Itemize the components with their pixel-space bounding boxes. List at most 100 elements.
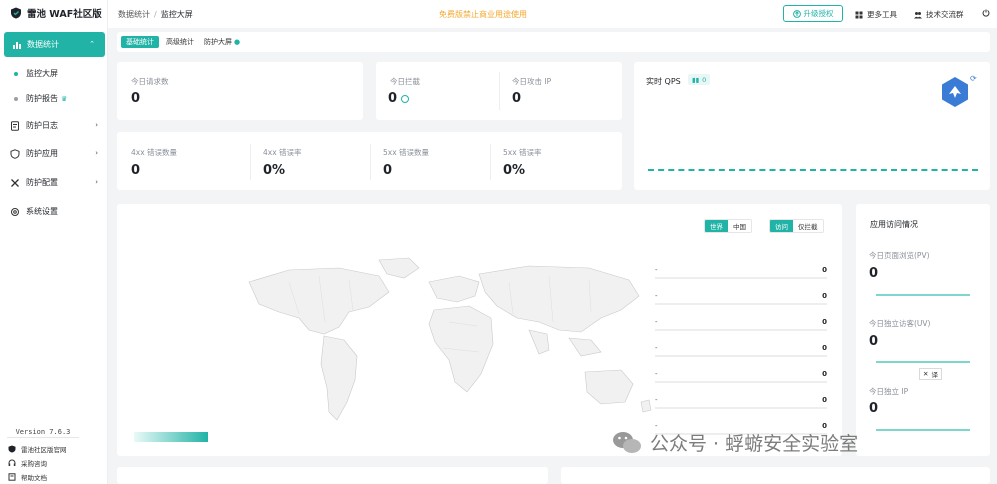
- version-label: Version 7.6.3: [7, 426, 79, 438]
- translate-chip[interactable]: ✕ 译: [919, 368, 942, 380]
- brand-name: 雷池 WAF社区版: [27, 9, 102, 20]
- qps-badge: ▮▮ 0: [688, 74, 711, 85]
- ranking-bar: [655, 407, 827, 409]
- document-icon: [11, 120, 19, 131]
- ip-label: 今日独立 IP: [869, 387, 909, 396]
- community-link[interactable]: 技术交流群: [914, 9, 964, 20]
- footer-link-website[interactable]: 雷池社区版官网: [8, 444, 67, 454]
- sidebar-item-settings[interactable]: 系统设置: [10, 206, 98, 217]
- qps-line: [648, 169, 978, 171]
- today-requests-card: 今日请求数 0: [117, 62, 363, 120]
- top-header: 数据统计 / 监控大屏 免费版禁止商业用途使用 升级授权 更多工具 技术交流群: [108, 0, 997, 28]
- tab-basic-stats[interactable]: 基础统计: [121, 36, 159, 48]
- map-color-legend: [134, 432, 208, 442]
- ranking-name: -: [655, 344, 658, 352]
- arrow-up-circle-icon: [792, 9, 801, 18]
- footer-link-purchase[interactable]: 采购咨询: [8, 458, 47, 468]
- ranking-name: -: [655, 396, 658, 404]
- ranking-row: -0: [655, 292, 827, 306]
- sidebar-item-logs[interactable]: 防护日志 ›: [10, 120, 98, 131]
- sidebar-subitem-report[interactable]: 防护报告 ♛: [14, 93, 67, 104]
- ranking-bar: [655, 329, 827, 331]
- err4xx-rate-value: 0%: [263, 163, 286, 178]
- waf-mascot-icon: [942, 77, 968, 107]
- tab-advanced-stats[interactable]: 高级统计: [161, 36, 199, 48]
- qps-value: 0: [702, 75, 707, 84]
- ranking-name: -: [655, 370, 658, 378]
- sidebar-item-data-stats[interactable]: 数据统计 ⌃: [4, 32, 105, 57]
- metric-toggle: 访问 仅拦截: [769, 219, 824, 233]
- watermark-text: 公众号 · 蜉蝣安全实验室: [650, 433, 859, 455]
- err5xx-count-label: 5xx 错误数量: [383, 148, 430, 157]
- ranking-row: -0: [655, 344, 827, 358]
- ranking-value: 0: [822, 266, 827, 274]
- footer-link-label: 帮助文档: [21, 474, 47, 482]
- ranking-value: 0: [822, 318, 827, 326]
- sidebar-item-label: 防护应用: [26, 149, 58, 158]
- app-access-card: 应用访问情况 今日页面浏览(PV) 0 今日独立访客(UV) 0 今日独立 IP…: [856, 204, 990, 456]
- info-icon: ●: [234, 38, 241, 46]
- chevron-up-icon: ⌃: [89, 40, 95, 48]
- wechat-watermark: 公众号 · 蜉蝣安全实验室: [612, 429, 858, 456]
- chevron-right-icon: ›: [95, 121, 98, 129]
- breadcrumb-current: 监控大屏: [160, 10, 193, 19]
- ranking-row: -0: [655, 370, 827, 384]
- vip-icon: ♛: [61, 94, 68, 103]
- sidebar-item-apps[interactable]: 防护应用 ›: [10, 148, 98, 159]
- sidebar-subitem-label: 防护报告: [26, 94, 58, 103]
- region-toggle: 世界 中国: [704, 219, 752, 233]
- ranking-row: -0: [655, 266, 827, 280]
- close-icon: ✕: [923, 370, 929, 378]
- info-circle-icon[interactable]: [401, 95, 409, 103]
- ranking-value: 0: [822, 344, 827, 352]
- translate-label: 译: [931, 371, 938, 379]
- more-tools-link[interactable]: 更多工具: [855, 9, 897, 20]
- sidebar-item-config[interactable]: 防护配置 ›: [10, 177, 98, 188]
- footer-link-label: 采购咨询: [21, 460, 47, 468]
- tab-label: 防护大屏: [204, 38, 232, 46]
- metric-option-visits[interactable]: 访问: [770, 220, 793, 232]
- bar-chart-icon: ▮▮: [692, 75, 700, 84]
- err4xx-count-label: 4xx 错误数量: [131, 148, 178, 157]
- license-notice: 免费版禁止商业用途使用: [439, 10, 527, 19]
- metric-option-blocks[interactable]: 仅拦截: [793, 220, 823, 232]
- wechat-icon: [613, 431, 641, 453]
- sidebar-subitem-label: 监控大屏: [26, 69, 58, 78]
- brand[interactable]: 雷池 WAF社区版: [10, 6, 102, 20]
- divider: [250, 144, 251, 180]
- uv-value: 0: [869, 334, 879, 349]
- footer-link-label: 雷池社区版官网: [21, 446, 67, 454]
- sidebar-item-label: 系统设置: [26, 207, 58, 216]
- sidebar: 雷池 WAF社区版 数据统计 ⌃ 监控大屏 防护报告 ♛ 防护日志 › 防护应用…: [0, 0, 108, 484]
- more-tools-label: 更多工具: [867, 10, 897, 19]
- breadcrumb-parent[interactable]: 数据统计: [118, 10, 150, 19]
- err5xx-rate-value: 0%: [503, 163, 526, 178]
- logout-button[interactable]: [982, 9, 990, 17]
- today-blocks-card: 今日拦截 0 今日攻击 IP 0: [376, 62, 622, 120]
- tab-protection-screen[interactable]: 防护大屏 ●: [199, 36, 245, 48]
- headset-icon: [8, 459, 16, 466]
- ranking-name: -: [655, 318, 658, 326]
- footer-link-docs[interactable]: 帮助文档: [8, 472, 47, 482]
- chevron-right-icon: ›: [95, 149, 98, 157]
- ranking-bar: [655, 277, 827, 279]
- upgrade-license-button[interactable]: 升级授权: [783, 5, 843, 22]
- uv-label: 今日独立访客(UV): [869, 319, 931, 328]
- ranking-value: 0: [822, 292, 827, 300]
- chevron-right-icon: ›: [95, 178, 98, 186]
- world-map[interactable]: [229, 252, 669, 442]
- ranking-value: 0: [822, 370, 827, 378]
- region-option-china[interactable]: 中国: [728, 220, 751, 232]
- refresh-icon[interactable]: ⟳: [970, 74, 977, 83]
- sidebar-item-label: 数据统计: [27, 40, 59, 49]
- sidebar-subitem-monitor[interactable]: 监控大屏: [14, 68, 58, 79]
- region-option-world[interactable]: 世界: [705, 220, 728, 232]
- today-attack-ip-value: 0: [512, 91, 522, 106]
- err4xx-rate-label: 4xx 错误率: [263, 148, 302, 157]
- ranking-bar: [655, 355, 827, 357]
- pv-label: 今日页面浏览(PV): [869, 251, 930, 260]
- uv-sparkline: [876, 361, 970, 363]
- divider: [499, 72, 500, 110]
- users-icon: [914, 11, 922, 18]
- bar-chart-icon: [13, 41, 21, 49]
